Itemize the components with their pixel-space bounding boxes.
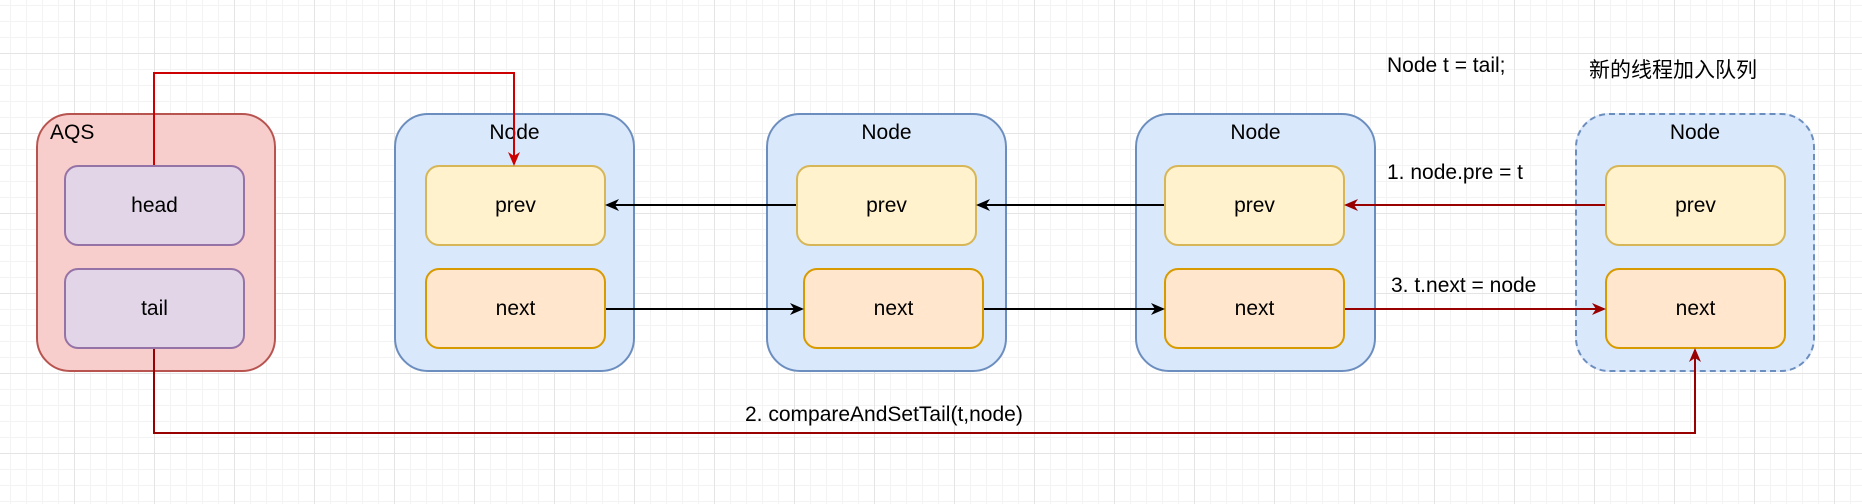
head-to-node1-edge bbox=[153, 72, 520, 166]
step1-label: 1. node.pre = t bbox=[1387, 161, 1524, 184]
edges bbox=[153, 72, 1701, 434]
step3-label: 3. t.next = node bbox=[1391, 274, 1537, 297]
step2-label: 2. compareAndSetTail(t,node) bbox=[745, 403, 1023, 426]
caption-label: 新的线程加入队列 bbox=[1589, 59, 1757, 82]
code-label: Node t = tail; bbox=[1387, 54, 1506, 77]
